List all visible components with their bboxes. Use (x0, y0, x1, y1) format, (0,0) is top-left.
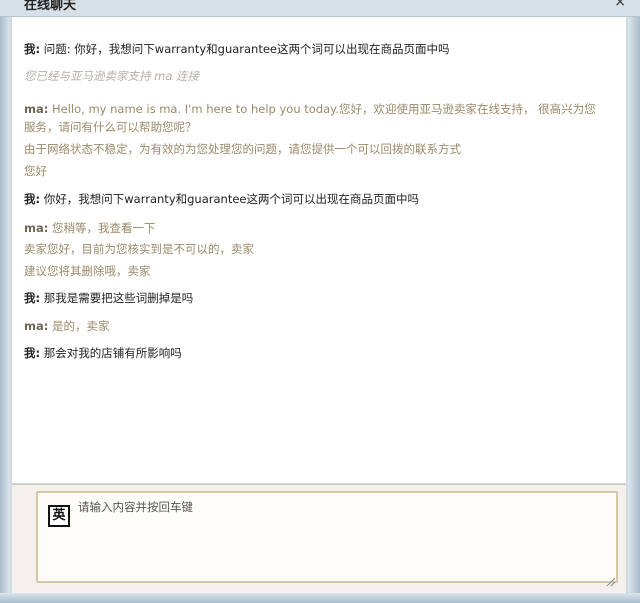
message-agent: ma: 您稍等，我查看一下 (24, 220, 156, 237)
message-text: 您好 (24, 164, 47, 178)
message-list[interactable]: 我: 问题: 你好，我想问下warranty和guarantee这两个词可以出现… (12, 17, 626, 483)
message-text: 您稍等，我查看一下 (48, 221, 156, 235)
message-sender: 我: (24, 192, 41, 206)
message-text: 问题: 你好，我想问下warranty和guarantee这两个词可以出现在商品… (40, 42, 450, 56)
message-text: Hello, my name is ma. I'm here to help y… (48, 102, 596, 116)
message-network-notice: 由于网络状态不稳定，为有效的为您处理您的问题，请您提供一个可以回拨的联系方式 (24, 141, 461, 158)
message-text: 建议您将其删除哦，卖家 (24, 264, 151, 278)
window-right-border (628, 0, 640, 603)
message-sender: 我: (24, 291, 41, 305)
message-text: 那会对我的店铺有所影响吗 (40, 346, 182, 360)
message-user: 我: 你好，我想问下warranty和guarantee这两个词可以出现在商品页… (24, 191, 419, 208)
message-text: 你好，我想问下warranty和guarantee这两个词可以出现在商品页面中吗 (40, 192, 419, 206)
message-sender: ma: (24, 319, 49, 333)
message-connected-notice: 您已经与亚马逊卖家支持 ma 连接 (24, 68, 199, 85)
message-sender: ma: (24, 221, 49, 235)
message-text: 卖家您好，目前为您核实到是不可以的，卖家 (24, 242, 254, 256)
message-input[interactable] (36, 491, 618, 583)
message-user: 我: 那我是需要把这些词删掉是吗 (24, 290, 193, 307)
message-agent-continued: 服务，请问有什么可以帮助您呢？ (24, 119, 197, 136)
message-text: 那我是需要把这些词删掉是吗 (40, 291, 194, 305)
message-agent-continued: 卖家您好，目前为您核实到是不可以的，卖家 (24, 241, 254, 258)
close-icon[interactable]: × (614, 0, 626, 10)
resize-grip-icon[interactable] (606, 577, 616, 587)
window-title: 在线聊天 (24, 0, 77, 13)
message-text: 您已经与亚马逊卖家支持 ma 连接 (24, 69, 200, 83)
message-sender: 我: (24, 346, 41, 360)
message-sender: 我: (24, 42, 41, 56)
message-sender: ma: (24, 102, 49, 116)
message-text: 是的，卖家 (48, 319, 110, 333)
chat-window: 在线聊天 × 我: 问题: 你好，我想问下warranty和guarantee这… (0, 0, 640, 603)
ime-language-indicator: 英 (48, 505, 70, 527)
message-text: 服务，请问有什么可以帮助您呢？ (24, 120, 197, 134)
window-left-border (0, 0, 10, 603)
input-panel: 英 (12, 484, 626, 593)
message-user: 我: 那会对我的店铺有所影响吗 (24, 345, 182, 362)
message-agent: ma: Hello, my name is ma. I'm here to he… (24, 101, 596, 118)
title-bar: 在线聊天 × (0, 0, 640, 17)
window-bottom-border (0, 593, 640, 603)
message-text: 由于网络状态不稳定，为有效的为您处理您的问题，请您提供一个可以回拨的联系方式 (24, 142, 461, 156)
message-user: 我: 问题: 你好，我想问下warranty和guarantee这两个词可以出现… (24, 41, 450, 58)
message-agent-continued: 建议您将其删除哦，卖家 (24, 263, 151, 280)
message-greeting: 您好 (24, 163, 47, 180)
message-agent: ma: 是的，卖家 (24, 318, 110, 335)
